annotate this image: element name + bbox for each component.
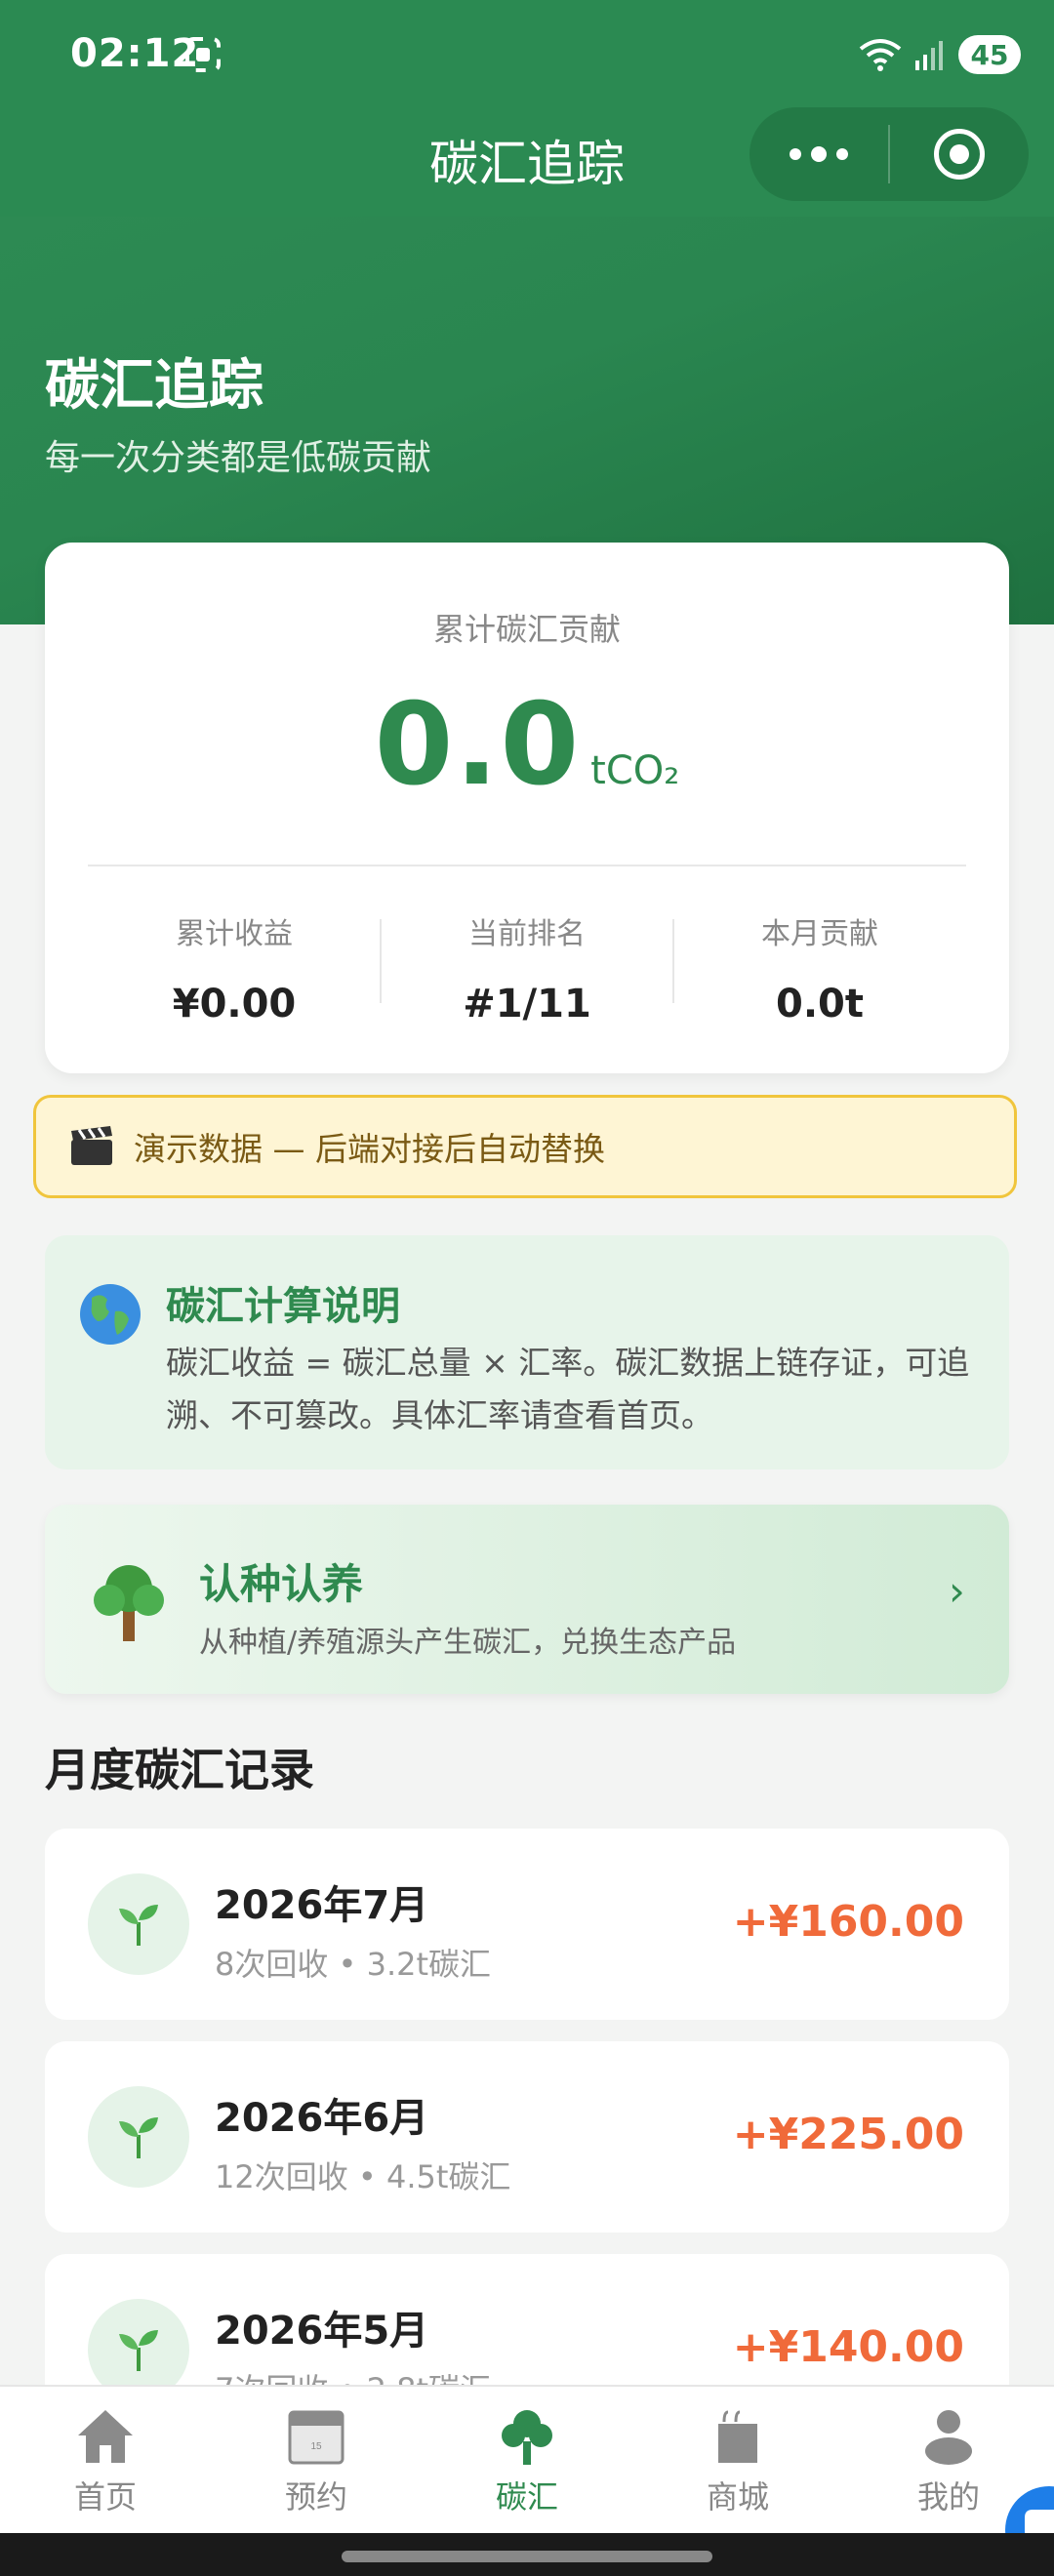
home-indicator[interactable] xyxy=(342,2551,712,2562)
info-body: 碳汇收益 = 碳汇总量 × 汇率。碳汇数据上链存证，可追溯、不可篡改。具体汇率请… xyxy=(166,1344,970,1434)
record-month: 2026年7月 xyxy=(215,1883,429,1928)
summary-value: 0.0 tCO₂ xyxy=(45,679,1009,811)
battery-icon: 45 xyxy=(958,35,1021,74)
hero-title: 碳汇追踪 xyxy=(45,354,264,418)
tab-label: 碳汇 xyxy=(495,2478,558,2516)
wifi-icon xyxy=(859,39,902,71)
stat-monthly-contribution: 本月贡献 0.0t xyxy=(673,909,966,1026)
shopping-bag-icon xyxy=(718,2410,757,2463)
clapperboard-icon xyxy=(71,1126,112,1165)
record-item[interactable]: 2026年6月 12次回收 • 4.5t碳汇 +¥225.00 xyxy=(45,2041,1009,2233)
summary-number: 0.0 xyxy=(374,679,582,811)
chevron-right-icon: › xyxy=(949,1567,965,1615)
tree-icon xyxy=(90,1561,168,1647)
adopt-plant-card[interactable]: 认种认养 从种植/养殖源头产生碳汇，兑换生态产品 › xyxy=(45,1505,1009,1694)
summary-divider xyxy=(88,865,966,866)
globe-icon xyxy=(78,1282,142,1350)
record-meta: 12次回收 • 4.5t碳汇 xyxy=(215,2158,511,2195)
carbon-summary-card: 累计碳汇贡献 0.0 tCO₂ 累计收益 ¥0.00 当前排名 #1/11 本月贡… xyxy=(45,543,1009,1073)
person-icon xyxy=(925,2410,972,2465)
screenshot-indicator-icon xyxy=(183,35,223,78)
home-icon xyxy=(78,2410,133,2463)
tab-label: 预约 xyxy=(284,2478,347,2516)
status-icons: 45 xyxy=(859,33,1021,76)
record-month: 2026年6月 xyxy=(215,2096,429,2141)
seedling-icon xyxy=(88,2086,189,2188)
tab-label: 首页 xyxy=(73,2478,137,2516)
more-menu-button[interactable] xyxy=(750,107,888,201)
record-month: 2026年5月 xyxy=(215,2309,429,2354)
tab-home[interactable]: 首页 xyxy=(0,2387,211,2535)
seedling-icon xyxy=(88,1873,189,1975)
close-program-button[interactable] xyxy=(890,107,1029,201)
summary-label: 累计碳汇贡献 xyxy=(432,611,621,648)
stat-value: ¥0.00 xyxy=(172,982,297,1026)
stat-total-earnings: 累计收益 ¥0.00 xyxy=(88,909,381,1026)
mini-program-capsule xyxy=(750,107,1029,201)
demo-data-notice: 演示数据 — 后端对接后自动替换 xyxy=(33,1095,1017,1198)
tab-carbon[interactable]: 碳汇 xyxy=(422,2387,632,2535)
bottom-tab-bar: 首页 15 预约 碳汇 商城 我的 xyxy=(0,2385,1054,2535)
signal-icon xyxy=(915,41,943,70)
svg-text:15: 15 xyxy=(310,2441,322,2452)
record-amount: +¥225.00 xyxy=(732,2110,964,2159)
hero-subtitle: 每一次分类都是低碳贡献 xyxy=(45,438,432,478)
tab-booking[interactable]: 15 预约 xyxy=(211,2387,422,2535)
adopt-subtitle: 从种植/养殖源头产生碳汇，兑换生态产品 xyxy=(199,1626,737,1660)
tab-mall[interactable]: 商城 xyxy=(632,2387,843,2535)
stat-label: 当前排名 xyxy=(468,917,586,951)
record-item[interactable]: 2026年7月 8次回收 • 3.2t碳汇 +¥160.00 xyxy=(45,1829,1009,2020)
target-circle-icon xyxy=(933,129,985,180)
more-dots-icon xyxy=(790,146,848,162)
demo-notice-text: 演示数据 — 后端对接后自动替换 xyxy=(134,1130,605,1168)
tab-label: 商城 xyxy=(706,2478,769,2516)
carbon-calc-info-card: 碳汇计算说明 碳汇收益 = 碳汇总量 × 汇率。碳汇数据上链存证，可追溯、不可篡… xyxy=(45,1235,1009,1469)
stat-value: #1/11 xyxy=(463,982,591,1026)
stat-value: 0.0t xyxy=(776,982,864,1026)
status-time: 02:12 xyxy=(70,31,200,76)
tree-icon xyxy=(502,2410,552,2465)
stat-current-rank: 当前排名 #1/11 xyxy=(381,909,673,1026)
tab-label: 我的 xyxy=(916,2478,980,2516)
info-title: 碳汇计算说明 xyxy=(166,1284,400,1329)
record-amount: +¥160.00 xyxy=(732,1897,964,1947)
record-meta: 8次回收 • 3.2t碳汇 xyxy=(215,1946,492,1983)
adopt-title: 认种认养 xyxy=(199,1560,364,1608)
stat-label: 累计收益 xyxy=(176,917,293,951)
summary-unit: tCO₂ xyxy=(590,748,680,793)
record-amount: +¥140.00 xyxy=(732,2322,964,2372)
stat-label: 本月贡献 xyxy=(761,917,878,951)
calendar-icon: 15 xyxy=(288,2410,345,2465)
section-title: 月度碳汇记录 xyxy=(45,1744,314,1796)
